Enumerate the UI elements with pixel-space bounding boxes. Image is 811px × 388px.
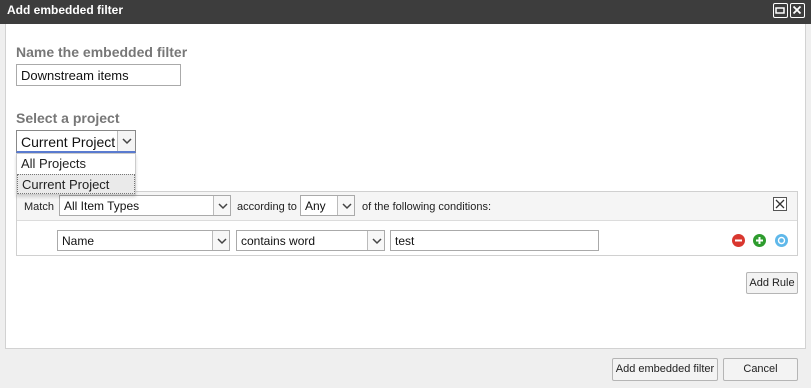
filter-conditions-panel: Match All Item Types according to Any of… <box>16 191 798 256</box>
sync-rule-icon[interactable] <box>775 234 788 247</box>
match-label: Match <box>24 201 54 213</box>
rule-operator-select[interactable]: contains word <box>236 230 385 251</box>
item-type-select[interactable]: All Item Types <box>59 195 231 216</box>
dropdown-option-all-projects[interactable]: All Projects <box>17 154 135 174</box>
dialog-content: Name the embedded filter Select a projec… <box>5 24 806 349</box>
dialog-titlebar: Add embedded filter <box>0 0 811 24</box>
chevron-down-icon[interactable] <box>117 131 135 151</box>
project-dropdown-list: All Projects Current Project <box>16 153 136 195</box>
according-to-label: according to <box>237 201 297 213</box>
rule-field-value: Name <box>62 234 95 248</box>
item-type-value: All Item Types <box>64 199 140 213</box>
add-embedded-filter-button[interactable]: Add embedded filter <box>612 358 718 381</box>
maximize-icon[interactable] <box>773 3 788 18</box>
project-select-value: Current Project <box>21 134 116 150</box>
match-any-value: Any <box>305 199 326 213</box>
select-project-label: Select a project <box>16 110 120 126</box>
chevron-down-icon[interactable] <box>212 231 229 250</box>
name-filter-label: Name the embedded filter <box>16 44 188 60</box>
chevron-down-icon[interactable] <box>213 196 230 215</box>
filter-header: Match All Item Types according to Any of… <box>17 192 797 221</box>
match-any-select[interactable]: Any <box>300 195 355 216</box>
add-rule-button[interactable]: Add Rule <box>746 272 798 294</box>
rule-operator-value: contains word <box>241 234 316 248</box>
remove-rule-icon[interactable] <box>732 234 745 247</box>
conditions-label: of the following conditions: <box>362 201 492 213</box>
rule-value-input[interactable] <box>390 230 599 251</box>
remove-filter-icon[interactable] <box>773 197 787 211</box>
close-dialog-icon[interactable] <box>790 3 805 18</box>
project-select[interactable]: Current Project <box>16 130 136 153</box>
filter-name-input[interactable] <box>16 64 181 86</box>
add-rule-icon[interactable] <box>753 234 766 247</box>
dialog-title: Add embedded filter <box>7 3 124 17</box>
chevron-down-icon[interactable] <box>337 196 354 215</box>
rule-field-select[interactable]: Name <box>57 230 230 251</box>
dropdown-option-current-project[interactable]: Current Project <box>17 174 135 194</box>
chevron-down-icon[interactable] <box>367 231 384 250</box>
cancel-button[interactable]: Cancel <box>723 358 798 381</box>
